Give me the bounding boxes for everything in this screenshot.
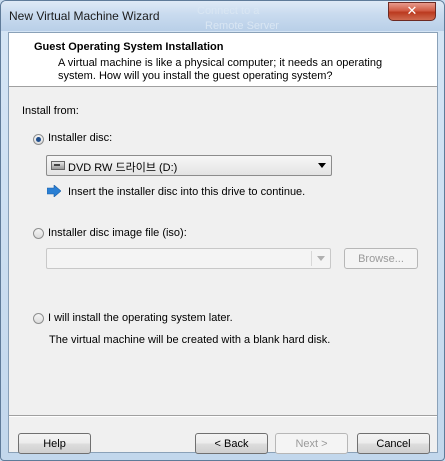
combo-separator [311, 251, 312, 266]
browse-button-label: Browse... [358, 252, 404, 265]
next-button[interactable]: Next > [275, 433, 348, 454]
next-button-label: Next > [295, 437, 328, 450]
install-from-label: Install from: [22, 105, 79, 117]
window-title: New Virtual Machine Wizard [9, 9, 160, 23]
cancel-button[interactable]: Cancel [357, 433, 430, 454]
chevron-down-icon [318, 163, 326, 168]
cancel-button-label: Cancel [376, 437, 411, 450]
help-button-label: Help [43, 437, 66, 450]
disc-image-label[interactable]: Installer disc image file (iso): [48, 227, 187, 239]
background-ghost-text: Connect to a [197, 5, 260, 17]
header-panel: Guest Operating System Installation A vi… [9, 33, 437, 87]
drive-select-value: DVD RW 드라이브 (D:) [68, 162, 178, 174]
chevron-down-icon [317, 256, 325, 261]
dvd-drive-icon [51, 161, 65, 170]
iso-path-input[interactable] [46, 248, 331, 269]
disc-image-radio[interactable] [33, 228, 44, 239]
browse-button[interactable]: Browse... [344, 248, 418, 269]
install-later-label[interactable]: I will install the operating system late… [48, 312, 233, 324]
background-ghost-text: Remote Server [205, 20, 279, 32]
help-button[interactable]: Help [18, 433, 91, 454]
drive-select[interactable]: DVD RW 드라이브 (D:) [46, 155, 332, 176]
installer-disc-label[interactable]: Installer disc: [48, 132, 112, 144]
install-later-radio[interactable] [33, 313, 44, 324]
close-button[interactable]: ✕ [388, 2, 436, 21]
back-button[interactable]: < Back [195, 433, 268, 454]
wizard-content: Guest Operating System Installation A vi… [8, 32, 438, 454]
wizard-window: New Virtual Machine Wizard Connect to a … [0, 0, 445, 461]
close-icon: ✕ [406, 4, 418, 19]
page-description: A virtual machine is like a physical com… [58, 57, 383, 82]
info-arrow-icon [47, 185, 61, 197]
installer-disc-radio[interactable] [33, 134, 44, 145]
footer-divider-highlight [9, 416, 437, 417]
insert-disc-hint: Insert the installer disc into this driv… [68, 186, 306, 198]
install-later-note: The virtual machine will be created with… [49, 334, 331, 346]
back-button-label: < Back [214, 437, 249, 450]
title-bar: New Virtual Machine Wizard Connect to a … [1, 1, 444, 32]
page-title: Guest Operating System Installation [34, 41, 224, 53]
